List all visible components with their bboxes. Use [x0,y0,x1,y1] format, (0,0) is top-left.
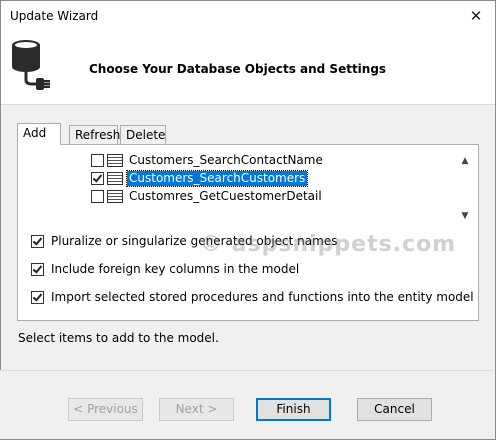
tab-refresh[interactable]: Refresh [69,125,120,144]
finish-button[interactable]: Finish [256,398,331,421]
next-button[interactable]: Next > [159,398,234,421]
list-item[interactable]: Customers_SearchContactName [91,152,325,169]
item-label: Customers_SearchCustomers [125,170,309,187]
watermark: © aspsnippets.com [200,232,457,257]
item-label: Customres_GetCuestomerDetail [129,189,322,203]
list-item[interactable]: Customres_GetCuestomerDetail [91,188,324,205]
item-checkbox[interactable] [91,172,104,185]
tab-delete[interactable]: Delete [120,125,166,144]
option-foreign-keys[interactable]: Include foreign key columns in the model [31,261,299,277]
previous-button[interactable]: < Previous [68,398,143,421]
option-import-procedures[interactable]: Import selected stored procedures and fu… [31,289,474,305]
stored-procedure-icon [107,190,123,203]
stored-procedure-icon [107,172,123,185]
pluralize-checkbox[interactable] [31,234,44,248]
option-label: Import selected stored procedures and fu… [51,290,474,304]
scroll-down-icon[interactable]: ▼ [458,209,472,223]
tab-add[interactable]: Add [17,123,61,145]
foreign-keys-checkbox[interactable] [31,262,44,276]
window-title: Update Wizard [10,9,99,23]
scroll-up-icon[interactable]: ▲ [458,154,472,168]
database-plug-icon [12,40,50,90]
item-checkbox[interactable] [91,190,104,203]
item-checkbox[interactable] [91,154,104,167]
cancel-button[interactable]: Cancel [357,398,432,421]
import-procedures-checkbox[interactable] [31,290,44,304]
option-label: Include foreign key columns in the model [51,262,300,276]
list-item[interactable]: Customers_SearchCustomers [91,170,309,187]
title-bar: Update Wizard ✕ [1,1,495,32]
item-label: Customers_SearchContactName [129,153,323,167]
database-objects-list[interactable]: Customers_SearchContactName Customers_Se… [71,150,474,226]
close-icon[interactable]: ✕ [457,1,495,32]
stored-procedure-icon [107,154,123,167]
status-text: Select items to add to the model. [18,331,219,345]
page-title: Choose Your Database Objects and Setting… [89,62,387,76]
wizard-header: Choose Your Database Objects and Setting… [1,32,495,105]
